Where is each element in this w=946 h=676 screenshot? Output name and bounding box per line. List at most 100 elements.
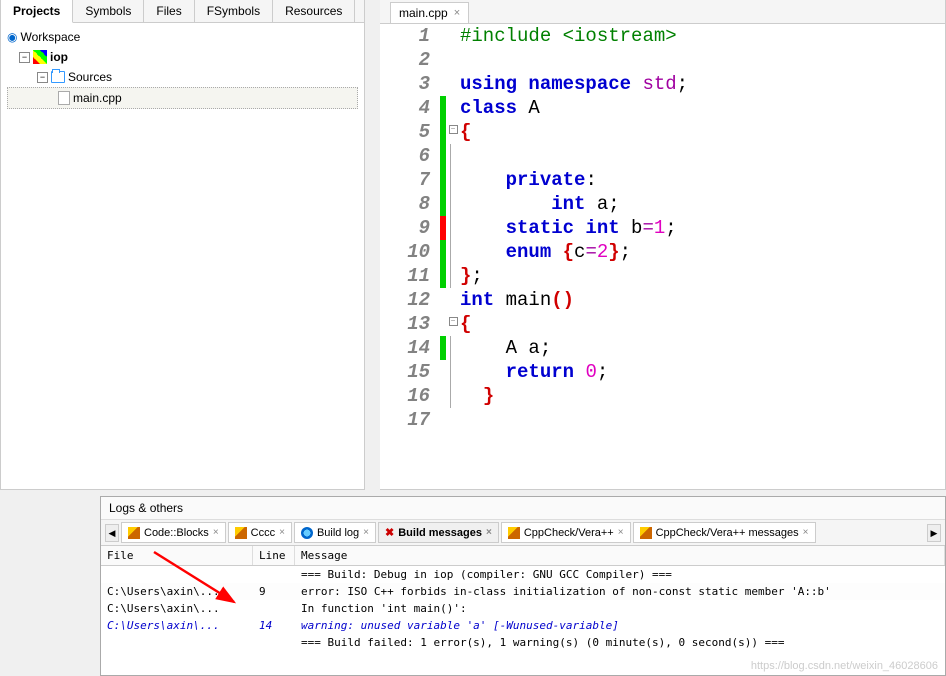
log-tab-cppcheck-vera-messages[interactable]: CppCheck/Vera++ messages × (633, 522, 816, 543)
pencil-icon (128, 527, 140, 539)
project-label: iop (50, 47, 68, 67)
project-tab-files[interactable]: Files (144, 0, 194, 22)
log-tab-cccc[interactable]: Cccc × (228, 522, 292, 543)
code-line[interactable]: { (460, 312, 945, 336)
line-number: 1 (380, 24, 430, 48)
project-icon (33, 50, 47, 64)
code-line[interactable] (460, 144, 945, 168)
msg-text: In function 'int main()': (295, 601, 945, 616)
message-row[interactable]: C:\Users\axin\...14warning: unused varia… (101, 617, 945, 634)
tabs-prev-button[interactable]: ◀ (105, 524, 119, 542)
msg-line: 9 (253, 584, 295, 599)
close-icon[interactable]: × (486, 527, 492, 538)
code-line[interactable]: return 0; (460, 360, 945, 384)
msg-line (253, 567, 295, 582)
msg-file (101, 567, 253, 582)
fold-marker (446, 192, 460, 216)
folder-icon (51, 71, 65, 83)
code-line[interactable]: }; (460, 264, 945, 288)
fold-marker[interactable]: − (446, 312, 460, 336)
project-tabs: ProjectsSymbolsFilesFSymbolsResources (1, 0, 364, 23)
code-line[interactable]: int main() (460, 288, 945, 312)
code-line[interactable]: int a; (460, 192, 945, 216)
line-number: 17 (380, 408, 430, 432)
msg-file: C:\Users\axin\... (101, 601, 253, 616)
line-number: 8 (380, 192, 430, 216)
tab-label: Cccc (251, 527, 275, 539)
line-number: 16 (380, 384, 430, 408)
message-row[interactable]: C:\Users\axin\... In function 'int main()… (101, 600, 945, 617)
msg-file: C:\Users\axin\... (101, 584, 253, 599)
line-number: 12 (380, 288, 430, 312)
line-number: 7 (380, 168, 430, 192)
log-tab-cppcheck-vera-[interactable]: CppCheck/Vera++× (501, 522, 631, 543)
line-number: 5 (380, 120, 430, 144)
code-line[interactable]: { (460, 120, 945, 144)
close-icon[interactable]: × (803, 527, 809, 538)
code-line[interactable]: static int b=1; (460, 216, 945, 240)
code-line[interactable] (460, 48, 945, 72)
col-message[interactable]: Message (295, 546, 945, 565)
fold-marker (446, 72, 460, 96)
fold-marker (446, 408, 460, 432)
code-line[interactable]: } (460, 384, 945, 408)
editor-tabs: main.cpp × (380, 0, 945, 24)
collapse-icon[interactable]: − (19, 52, 30, 63)
globe-icon: ◉ (7, 27, 17, 47)
log-tab-build-messages[interactable]: ✖Build messages× (378, 522, 499, 543)
fold-marker (446, 144, 460, 168)
project-node[interactable]: − iop (7, 47, 358, 67)
msg-file (101, 635, 253, 650)
close-icon[interactable]: × (454, 7, 460, 19)
file-node[interactable]: main.cpp (7, 87, 358, 109)
tab-label: CppCheck/Vera++ messages (656, 527, 799, 539)
fold-marker (446, 360, 460, 384)
code-line[interactable]: #include <iostream> (460, 24, 945, 48)
project-tab-fsymbols[interactable]: FSymbols (195, 0, 273, 22)
message-row[interactable]: === Build: Debug in iop (compiler: GNU G… (101, 566, 945, 583)
col-line[interactable]: Line (253, 546, 295, 565)
project-tab-projects[interactable]: Projects (1, 0, 73, 23)
line-number: 4 (380, 96, 430, 120)
collapse-icon[interactable]: − (37, 72, 48, 83)
line-number: 15 (380, 360, 430, 384)
msg-text: === Build: Debug in iop (compiler: GNU G… (295, 567, 945, 582)
pencil-icon (235, 527, 247, 539)
close-icon[interactable]: × (279, 527, 285, 538)
workspace-node[interactable]: ◉ Workspace (7, 27, 358, 47)
msg-text: warning: unused variable 'a' [-Wunused-v… (295, 618, 945, 633)
tabs-next-button[interactable]: ▶ (927, 524, 941, 542)
fold-marker (446, 264, 460, 288)
file-icon (58, 91, 70, 105)
close-icon[interactable]: × (363, 527, 369, 538)
sources-node[interactable]: − Sources (7, 67, 358, 87)
code-line[interactable] (460, 408, 945, 432)
log-tab-build-log[interactable]: Build log× (294, 522, 376, 543)
line-number: 6 (380, 144, 430, 168)
project-panel: ProjectsSymbolsFilesFSymbolsResources ◉ … (0, 0, 365, 490)
message-row[interactable]: C:\Users\axin\...9error: ISO C++ forbids… (101, 583, 945, 600)
fold-marker (446, 240, 460, 264)
msg-text: === Build failed: 1 error(s), 1 warning(… (295, 635, 945, 650)
project-tab-resources[interactable]: Resources (273, 0, 355, 22)
message-row[interactable]: === Build failed: 1 error(s), 1 warning(… (101, 634, 945, 651)
close-icon[interactable]: × (618, 527, 624, 538)
tab-label: Code::Blocks (144, 527, 209, 539)
code-line[interactable]: class A (460, 96, 945, 120)
msg-line (253, 601, 295, 616)
line-number: 10 (380, 240, 430, 264)
logs-panel: Logs & others ◀ Code::Blocks×Cccc×Build … (100, 496, 946, 676)
close-icon[interactable]: × (213, 527, 219, 538)
code-line[interactable]: enum {c=2}; (460, 240, 945, 264)
code-line[interactable]: private: (460, 168, 945, 192)
code-line[interactable]: A a; (460, 336, 945, 360)
project-tab-symbols[interactable]: Symbols (73, 0, 144, 22)
col-file[interactable]: File (101, 546, 253, 565)
fold-marker[interactable]: − (446, 120, 460, 144)
log-tab-code-blocks[interactable]: Code::Blocks × (121, 522, 226, 543)
code-editor[interactable]: 1234567891011121314151617 −− #include <i… (380, 24, 945, 489)
msg-line: 14 (253, 618, 295, 633)
fold-marker (446, 336, 460, 360)
code-line[interactable]: using namespace std; (460, 72, 945, 96)
editor-tab-main[interactable]: main.cpp × (390, 2, 469, 23)
